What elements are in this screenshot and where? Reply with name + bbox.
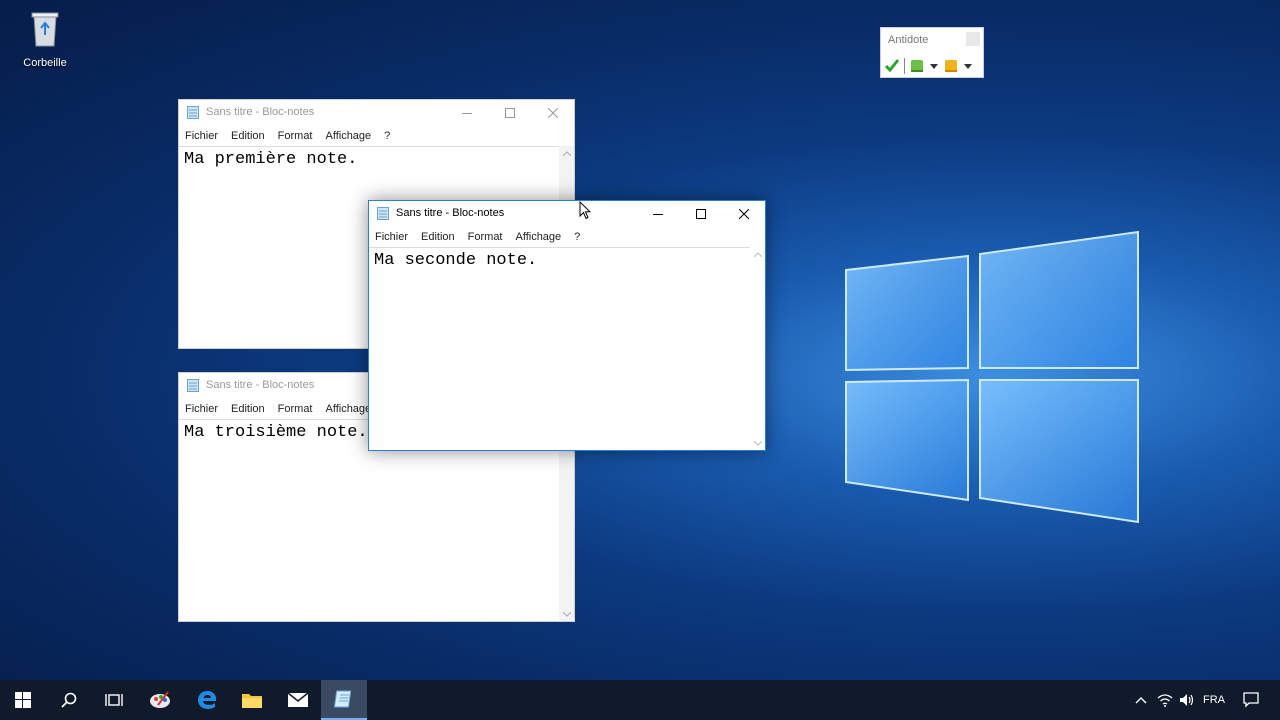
menu-fichier[interactable]: Fichier xyxy=(375,231,408,243)
antidote-widget: Antidote xyxy=(880,27,984,78)
scroll-up-button[interactable] xyxy=(750,247,765,261)
scroll-down-button[interactable] xyxy=(750,436,765,450)
close-icon xyxy=(547,108,558,118)
chevron-down-icon[interactable] xyxy=(929,57,939,75)
start-button[interactable] xyxy=(0,680,46,720)
minimize-icon xyxy=(461,113,472,114)
notepad-icon xyxy=(377,207,389,220)
maximize-icon xyxy=(504,108,515,118)
desktop: Corbeille Antidote Sans titre - Bloc-not… xyxy=(0,0,1280,680)
edge-button[interactable] xyxy=(184,680,230,720)
window-title: Sans titre - Bloc-notes xyxy=(206,379,315,391)
windows-logo-wallpaper xyxy=(845,230,1139,524)
scroll-up-button[interactable] xyxy=(559,146,574,160)
chevron-up-icon xyxy=(753,251,762,257)
editor-text: Ma seconde note. xyxy=(374,251,538,270)
paint-icon xyxy=(150,691,170,708)
menu-format[interactable]: Format xyxy=(278,403,313,415)
menu-help[interactable]: ? xyxy=(574,231,580,243)
taskbar: FRA xyxy=(0,680,1280,720)
recycle-bin-icon xyxy=(31,12,59,47)
minimize-icon xyxy=(652,214,663,215)
menu-affichage[interactable]: Affichage xyxy=(326,403,372,415)
show-hidden-icons-button[interactable] xyxy=(1130,680,1152,720)
task-view-icon xyxy=(105,694,123,706)
menu-affichage[interactable]: Affichage xyxy=(326,130,372,142)
menu-format[interactable]: Format xyxy=(278,130,313,142)
scroll-down-button[interactable] xyxy=(559,607,574,621)
recycle-bin-label: Corbeille xyxy=(23,57,67,69)
volume-icon xyxy=(1180,694,1194,706)
menu-edition[interactable]: Edition xyxy=(421,231,455,243)
search-button[interactable] xyxy=(46,680,92,720)
network-button[interactable] xyxy=(1154,680,1176,720)
file-explorer-button[interactable] xyxy=(229,680,275,720)
task-view-button[interactable] xyxy=(91,680,137,720)
edge-icon xyxy=(198,691,217,709)
chevron-up-icon xyxy=(562,150,571,156)
menu-bar: Fichier Edition Format Affichage ? xyxy=(179,126,574,146)
close-button[interactable] xyxy=(722,201,765,227)
menu-edition[interactable]: Edition xyxy=(231,403,265,415)
chevron-down-icon xyxy=(753,440,762,446)
wifi-icon xyxy=(1157,694,1173,707)
notepad-taskbar-button[interactable] xyxy=(321,680,367,720)
antidote-title: Antidote xyxy=(888,34,929,46)
minimize-button[interactable] xyxy=(636,201,679,227)
dictionary-icon[interactable] xyxy=(942,57,960,75)
chevron-up-icon xyxy=(1135,697,1147,704)
editor-text: Ma première note. xyxy=(184,150,358,169)
close-icon xyxy=(738,209,749,219)
recycle-bin[interactable]: Corbeille xyxy=(14,6,76,69)
close-button[interactable] xyxy=(531,100,574,126)
title-bar[interactable]: Sans titre - Bloc-notes xyxy=(369,201,765,227)
file-explorer-icon xyxy=(242,694,262,708)
menu-affichage[interactable]: Affichage xyxy=(516,231,562,243)
maximize-icon xyxy=(695,209,706,219)
vertical-scrollbar[interactable] xyxy=(750,247,765,450)
chevron-down-icon xyxy=(562,611,571,617)
menu-help[interactable]: ? xyxy=(384,130,390,142)
notepad-icon xyxy=(187,106,199,119)
volume-button[interactable] xyxy=(1176,680,1198,720)
menu-edition[interactable]: Edition xyxy=(231,130,265,142)
paint-button[interactable] xyxy=(137,680,183,720)
maximize-button[interactable] xyxy=(679,201,722,227)
mail-button[interactable] xyxy=(275,680,321,720)
corrector-icon[interactable] xyxy=(908,57,926,75)
text-editor[interactable]: Ma seconde note. xyxy=(369,247,750,450)
notepad-icon xyxy=(334,690,352,708)
notification-icon xyxy=(1243,692,1259,708)
window-title: Sans titre - Bloc-notes xyxy=(396,207,505,219)
language-indicator[interactable]: FRA xyxy=(1200,680,1228,720)
notepad-icon xyxy=(187,379,199,392)
notepad-window-2[interactable]: Sans titre - Bloc-notes Fichier Edition … xyxy=(368,200,766,451)
antidote-close-button[interactable] xyxy=(966,32,980,46)
editor-text: Ma troisième note. xyxy=(184,423,368,442)
menu-format[interactable]: Format xyxy=(468,231,503,243)
separator xyxy=(904,58,905,74)
minimize-button[interactable] xyxy=(445,100,488,126)
menu-fichier[interactable]: Fichier xyxy=(185,403,218,415)
menu-fichier[interactable]: Fichier xyxy=(185,130,218,142)
action-center-button[interactable] xyxy=(1236,680,1266,720)
menu-bar: Fichier Edition Format Affichage ? xyxy=(369,227,765,247)
start-icon xyxy=(15,692,31,708)
window-title: Sans titre - Bloc-notes xyxy=(206,106,315,118)
mail-icon xyxy=(287,692,309,707)
chevron-down-icon[interactable] xyxy=(963,57,973,75)
title-bar[interactable]: Sans titre - Bloc-notes xyxy=(179,100,574,126)
check-icon[interactable] xyxy=(883,57,901,75)
search-icon xyxy=(61,692,77,708)
antidote-toolbar xyxy=(883,56,983,76)
mouse-cursor-icon xyxy=(579,201,591,220)
maximize-button[interactable] xyxy=(488,100,531,126)
